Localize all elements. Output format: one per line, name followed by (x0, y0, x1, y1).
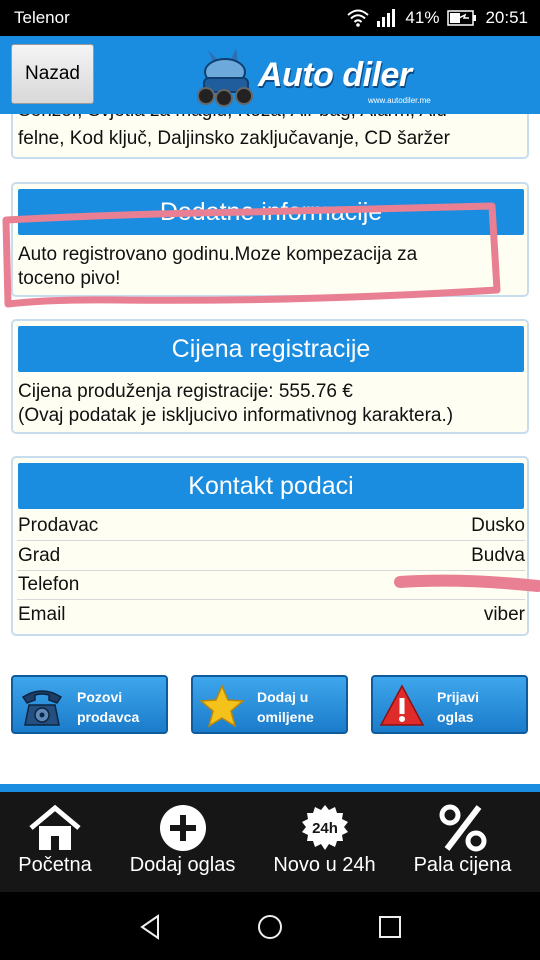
app-header: Nazad Auto diler www.autodiler.me (0, 36, 540, 114)
contact-row-email[interactable]: Email viber (17, 601, 525, 630)
tab-label: Novo u 24h (273, 854, 376, 876)
contact-label: Telefon (18, 574, 80, 595)
tab-new-24h[interactable]: 24h Novo u 24h (262, 792, 387, 892)
wifi-icon (347, 9, 370, 27)
extra-info-box: Dodatne informacije Auto registrovano go… (11, 182, 529, 297)
status-bar: Telenor 41% 20:51 (0, 0, 540, 36)
system-navigation (0, 892, 540, 960)
contact-label: Grad (18, 545, 61, 566)
equipment-line-2: felne, Kod ključ, Daljinsko zaključavanj… (18, 128, 450, 149)
percent-icon (439, 804, 486, 852)
registration-title: Cijena registracije (18, 326, 524, 372)
clock: 20:51 (485, 8, 528, 27)
badge-text: 24h (312, 820, 338, 837)
contact-value: Budva (471, 545, 525, 566)
equipment-line-1: Senzor, Svjetla za maglu, Koža, Air bag,… (18, 114, 447, 123)
plus-icon (159, 805, 206, 851)
warning-icon (379, 684, 425, 726)
add-favorite-label: Dodaj u omiljene (257, 689, 314, 725)
contact-row-phone[interactable]: Telefon (17, 571, 525, 600)
tab-label: Pala cijena (413, 854, 512, 876)
tab-home[interactable]: Početna (0, 792, 110, 892)
autodiler-logo[interactable]: Auto diler www.autodiler.me (190, 42, 445, 108)
battery-icon (447, 10, 477, 26)
star-icon (199, 684, 245, 728)
registration-disclaimer: (Ovaj podatak je iskljucivo informativno… (18, 405, 454, 426)
contact-label: Prodavac (18, 515, 99, 536)
bottom-tabbar: Početna Dodaj oglas 24h Novo u 24h Pala … (0, 792, 540, 892)
contact-row-city: Grad Budva (17, 542, 525, 571)
carrier-name: Telenor (14, 8, 70, 27)
tab-price-drop[interactable]: Pala cijena (400, 792, 525, 892)
contact-box: Kontakt podaci Prodavac Dusko Grad Budva… (11, 456, 529, 636)
phone-icon (21, 690, 63, 726)
extra-info-title: Dodatne informacije (18, 189, 524, 235)
status-icons: 41% 20:51 (347, 8, 528, 28)
contact-title: Kontakt podaci (18, 463, 524, 509)
logo-wordmark: Auto diler (258, 56, 412, 94)
tab-add-listing[interactable]: Dodaj oglas (120, 792, 245, 892)
24h-badge-icon: 24h (301, 805, 348, 850)
extra-info-line-1: Auto registrovano godinu.Moze kompezacij… (18, 244, 418, 265)
battery-percent: 41% (405, 8, 440, 27)
back-button[interactable]: Nazad (11, 44, 94, 104)
back-nav-icon[interactable] (136, 912, 166, 942)
contact-row-seller: Prodavac Dusko (17, 512, 525, 541)
tab-label: Početna (18, 854, 92, 876)
call-seller-label: Pozovi prodavca (77, 689, 140, 725)
signal-icon (377, 9, 396, 27)
home-icon (29, 804, 81, 850)
recents-nav-icon[interactable] (375, 912, 405, 942)
contact-label: Email (18, 604, 66, 625)
registration-box: Cijena registracije Cijena produženja re… (11, 319, 529, 434)
call-seller-button[interactable]: Pozovi prodavca (11, 675, 168, 734)
home-nav-icon[interactable] (255, 912, 285, 942)
report-listing-button[interactable]: Prijavi oglas (371, 675, 528, 734)
equipment-box: Senzor, Svjetla za maglu, Koža, Air bag,… (11, 114, 529, 159)
contact-value: Dusko (471, 515, 525, 536)
registration-price: Cijena produženja registracije: 555.76 € (18, 381, 353, 402)
logo-url: www.autodiler.me (368, 96, 431, 105)
divider (0, 784, 540, 792)
extra-info-line-2: toceno pivo! (18, 268, 121, 289)
add-favorite-button[interactable]: Dodaj u omiljene (191, 675, 348, 734)
car-mascot-icon (197, 48, 253, 107)
report-listing-label: Prijavi oglas (437, 689, 480, 725)
tab-label: Dodaj oglas (129, 854, 236, 876)
email-value[interactable]: viber (484, 604, 525, 626)
